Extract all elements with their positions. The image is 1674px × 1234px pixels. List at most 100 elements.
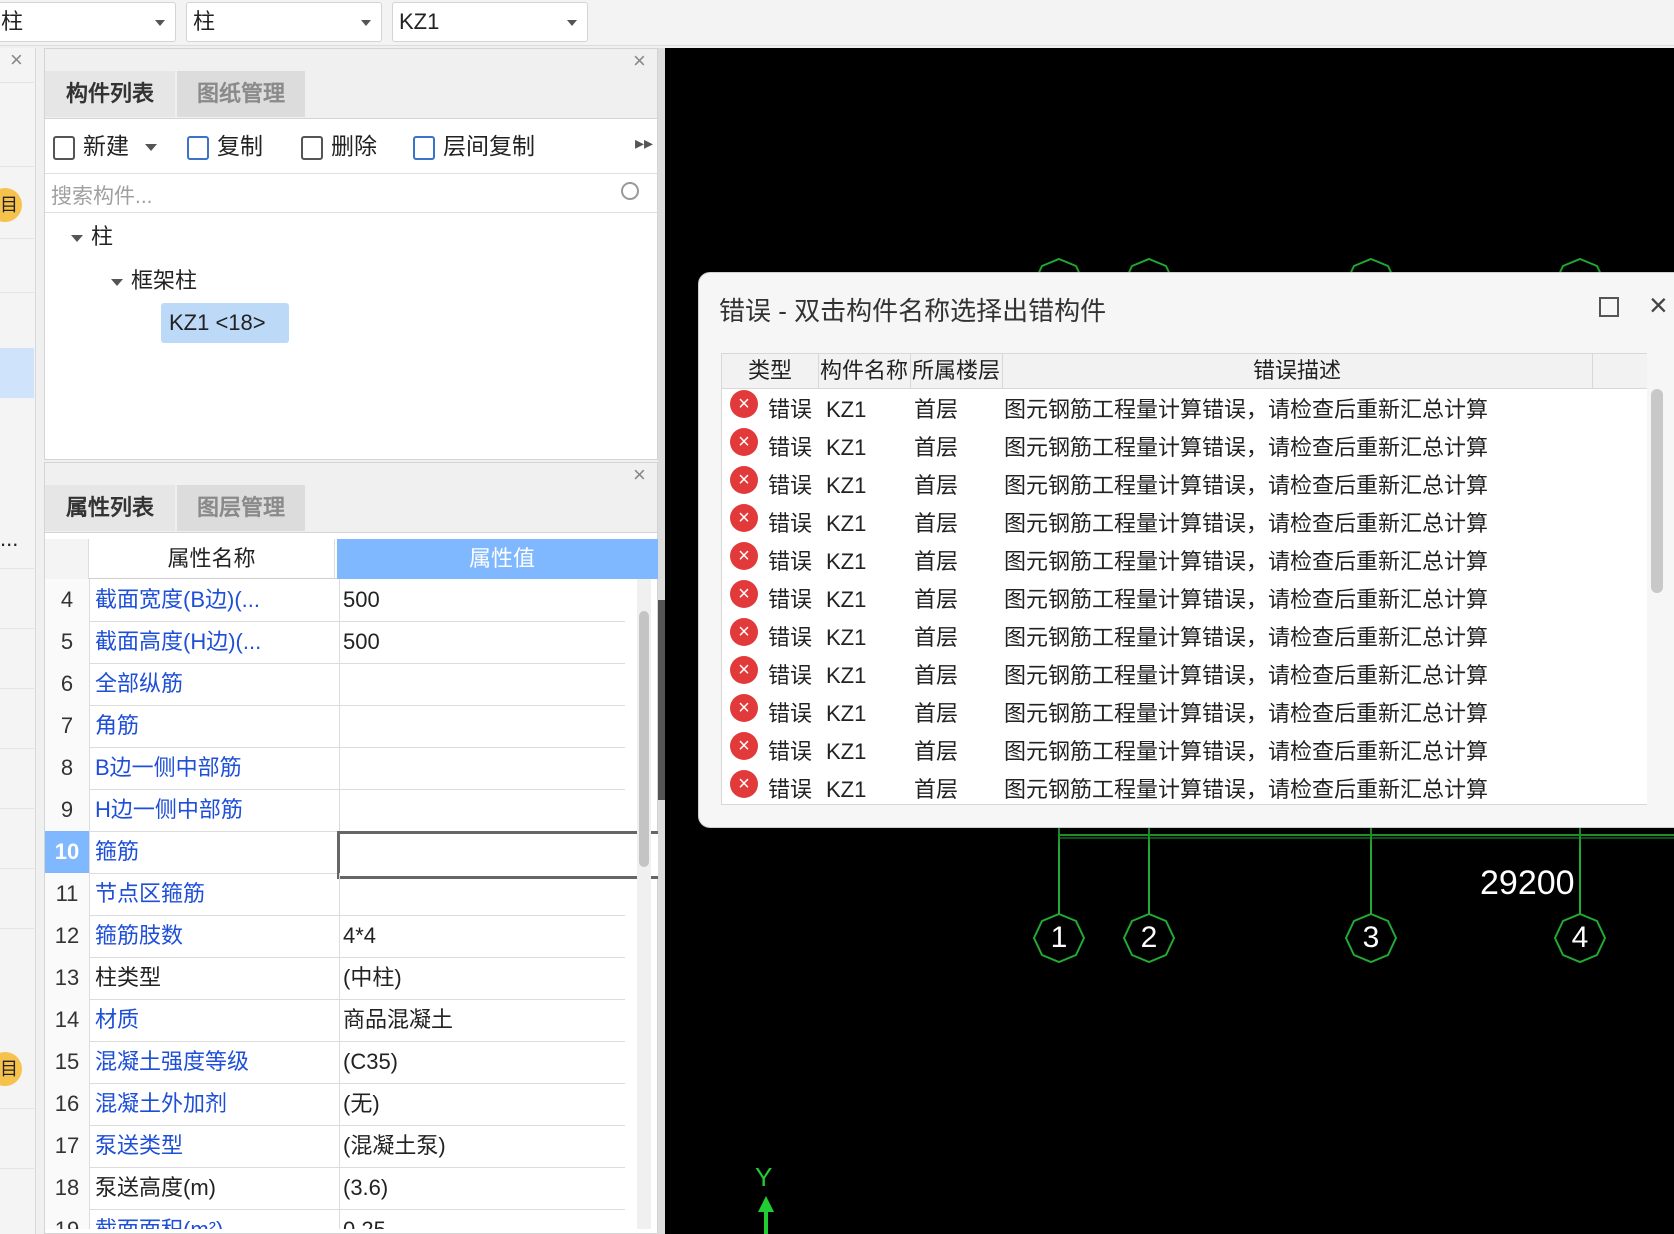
tree-node-frame-column[interactable]: 框架柱: [111, 263, 197, 295]
tab-drawing-management[interactable]: 图纸管理: [177, 71, 305, 117]
property-value[interactable]: [337, 789, 667, 831]
error-component-name[interactable]: KZ1: [826, 656, 866, 696]
close-icon[interactable]: ×: [1649, 287, 1668, 324]
tab-component-list[interactable]: 构件列表: [45, 71, 175, 117]
error-component-name[interactable]: KZ1: [826, 732, 866, 772]
type-combo-value: 柱: [193, 9, 216, 34]
error-row[interactable]: × 错误 KZ1 首层 图元钢筋工程量计算错误，请检查后重新汇总计算: [722, 390, 1650, 430]
property-row[interactable]: 4 截面宽度(B边)(... 500: [45, 579, 625, 622]
error-component-name[interactable]: KZ1: [826, 466, 866, 506]
header-description[interactable]: 错误描述: [1002, 354, 1593, 388]
property-value[interactable]: 4*4: [337, 915, 667, 957]
property-row[interactable]: 5 截面高度(H边)(... 500: [45, 621, 625, 664]
error-row[interactable]: × 错误 KZ1 首层 图元钢筋工程量计算错误，请检查后重新汇总计算: [722, 656, 1650, 696]
property-value[interactable]: [337, 831, 667, 879]
search-icon[interactable]: [621, 182, 639, 200]
header-floor[interactable]: 所属楼层: [910, 354, 1003, 388]
error-component-name[interactable]: KZ1: [826, 428, 866, 468]
floor-combo[interactable]: 柱: [0, 2, 176, 42]
row-number: 14: [45, 999, 90, 1041]
maximize-icon[interactable]: [1599, 297, 1619, 317]
scrollbar-thumb[interactable]: [1651, 389, 1663, 593]
error-floor: 首层: [914, 701, 959, 726]
error-type: 错误: [768, 435, 813, 460]
error-component-name[interactable]: KZ1: [826, 580, 866, 620]
property-value[interactable]: 500: [337, 621, 667, 663]
type-combo[interactable]: 柱: [186, 2, 382, 42]
property-row[interactable]: 7 角筋: [45, 705, 625, 748]
floor-copy-button[interactable]: 层间复制: [413, 125, 535, 167]
tree-node-column[interactable]: 柱: [71, 219, 113, 251]
error-description: 图元钢筋工程量计算错误，请检查后重新汇总计算: [1004, 739, 1489, 764]
error-component-name[interactable]: KZ1: [826, 694, 866, 734]
tab-layer-management[interactable]: 图层管理: [177, 485, 305, 531]
error-component-name[interactable]: KZ1: [826, 618, 866, 658]
error-component-name[interactable]: KZ1: [826, 504, 866, 544]
property-row[interactable]: 17 泵送类型 (混凝土泵): [45, 1125, 625, 1168]
delete-label: 删除: [331, 133, 377, 159]
property-row[interactable]: 11 节点区箍筋: [45, 873, 625, 916]
property-value[interactable]: 500: [337, 579, 667, 621]
search-box[interactable]: 搜索构件...: [45, 173, 657, 213]
property-value[interactable]: (无): [337, 1083, 667, 1125]
property-value[interactable]: 0.25: [337, 1209, 667, 1229]
property-row[interactable]: 16 混凝土外加剂 (无): [45, 1083, 625, 1126]
property-scrollbar[interactable]: [637, 579, 651, 1229]
strip-selected-item[interactable]: [0, 348, 34, 398]
error-row[interactable]: × 错误 KZ1 首层 图元钢筋工程量计算错误，请检查后重新汇总计算: [722, 618, 1650, 658]
tree-item-kz1[interactable]: KZ1 <18>: [161, 303, 289, 343]
close-icon[interactable]: ×: [633, 50, 646, 72]
error-row[interactable]: × 错误 KZ1 首层 图元钢筋工程量计算错误，请检查后重新汇总计算: [722, 428, 1650, 468]
error-row[interactable]: × 错误 KZ1 首层 图元钢筋工程量计算错误，请检查后重新汇总计算: [722, 542, 1650, 582]
property-value[interactable]: 商品混凝土: [337, 999, 667, 1041]
property-value[interactable]: (中柱): [337, 957, 667, 999]
scrollbar-thumb[interactable]: [639, 611, 649, 867]
copy-button[interactable]: 复制: [187, 125, 263, 167]
property-row[interactable]: 9 H边一侧中部筋: [45, 789, 625, 832]
property-value[interactable]: (3.6): [337, 1167, 667, 1209]
error-component-name[interactable]: KZ1: [826, 390, 866, 430]
header-type[interactable]: 类型: [722, 354, 819, 388]
badge-top[interactable]: 目: [0, 188, 22, 222]
new-button[interactable]: 新建: [53, 125, 165, 167]
splitter-handle[interactable]: [658, 600, 665, 800]
property-row[interactable]: 12 箍筋肢数 4*4: [45, 915, 625, 958]
tab-property-list[interactable]: 属性列表: [45, 485, 175, 531]
error-row[interactable]: × 错误 KZ1 首层 图元钢筋工程量计算错误，请检查后重新汇总计算: [722, 466, 1650, 506]
badge-bottom[interactable]: 目: [0, 1052, 22, 1086]
delete-button[interactable]: 删除: [301, 125, 377, 167]
close-icon[interactable]: ×: [10, 49, 23, 71]
property-value[interactable]: (C35): [337, 1041, 667, 1083]
error-row[interactable]: × 错误 KZ1 首层 图元钢筋工程量计算错误，请检查后重新汇总计算: [722, 732, 1650, 772]
error-scrollbar[interactable]: [1647, 353, 1667, 805]
property-row[interactable]: 13 柱类型 (中柱): [45, 957, 625, 1000]
property-row[interactable]: 19截面面积(m²)0.25: [45, 1209, 625, 1229]
property-value[interactable]: [337, 705, 667, 747]
close-icon[interactable]: ×: [633, 464, 646, 486]
search-input[interactable]: 搜索构件...: [51, 180, 153, 210]
error-component-name[interactable]: KZ1: [826, 770, 866, 804]
property-value[interactable]: [337, 747, 667, 789]
tree-root-label: 柱: [91, 224, 114, 249]
property-row[interactable]: 14 材质 商品混凝土: [45, 999, 625, 1042]
property-row[interactable]: 6 全部纵筋: [45, 663, 625, 706]
error-row[interactable]: × 错误 KZ1 首层 图元钢筋工程量计算错误，请检查后重新汇总计算: [722, 770, 1650, 804]
error-row[interactable]: × 错误 KZ1 首层 图元钢筋工程量计算错误，请检查后重新汇总计算: [722, 580, 1650, 620]
axis-label-2: 2: [1140, 921, 1158, 954]
property-value[interactable]: (混凝土泵): [337, 1125, 667, 1167]
tree-group-label: 框架柱: [131, 268, 198, 293]
property-row[interactable]: 15 混凝土强度等级 (C35): [45, 1041, 625, 1084]
property-value[interactable]: [337, 873, 667, 915]
error-type: 错误: [768, 663, 813, 688]
error-component-name[interactable]: KZ1: [826, 542, 866, 582]
property-row[interactable]: 18 泵送高度(m) (3.6): [45, 1167, 625, 1210]
component-combo[interactable]: KZ1: [392, 2, 588, 42]
property-row[interactable]: 10 箍筋: [45, 831, 667, 879]
property-value[interactable]: [337, 663, 667, 705]
floor-copy-label: 层间复制: [443, 133, 535, 159]
error-row[interactable]: × 错误 KZ1 首层 图元钢筋工程量计算错误，请检查后重新汇总计算: [722, 694, 1650, 734]
more-icon[interactable]: ▸▸: [635, 133, 653, 154]
header-component-name[interactable]: 构件名称: [818, 354, 911, 388]
error-row[interactable]: × 错误 KZ1 首层 图元钢筋工程量计算错误，请检查后重新汇总计算: [722, 504, 1650, 544]
property-row[interactable]: 8 B边一侧中部筋: [45, 747, 625, 790]
